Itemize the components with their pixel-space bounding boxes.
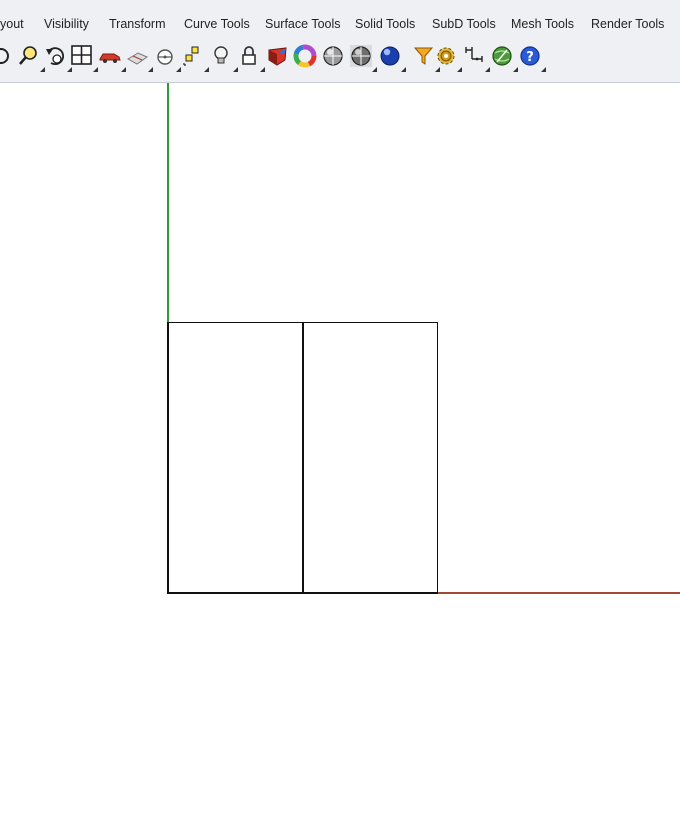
tab-visibility[interactable]: Visibility xyxy=(44,16,89,32)
gear-options-icon[interactable] xyxy=(433,43,462,72)
x-axis-line xyxy=(438,592,680,594)
zoom-icon[interactable] xyxy=(16,43,45,72)
select-points-icon[interactable] xyxy=(180,43,209,72)
car-icon[interactable] xyxy=(97,43,126,72)
tab-mesh-tools[interactable]: Mesh Tools xyxy=(511,16,574,32)
light-bulb-icon[interactable] xyxy=(209,43,238,72)
tab-surface-tools[interactable]: Surface Tools xyxy=(265,16,341,32)
shaded-sphere-icon[interactable] xyxy=(320,43,346,69)
svg-text:?: ? xyxy=(526,50,534,65)
standard-toolbar: ? xyxy=(0,40,680,83)
y-axis-line xyxy=(167,83,169,323)
plane-icon[interactable] xyxy=(124,43,153,72)
help-icon[interactable]: ? xyxy=(517,43,546,72)
tab-solid-tools[interactable]: Solid Tools xyxy=(355,16,415,32)
tab-layout[interactable]: yout xyxy=(0,16,24,32)
perspective-viewport[interactable] xyxy=(0,83,680,813)
undo-view-icon[interactable] xyxy=(43,43,72,72)
four-viewports-icon[interactable] xyxy=(69,43,98,72)
tab-transform[interactable]: Transform xyxy=(109,16,166,32)
rectangle-right[interactable] xyxy=(302,322,438,594)
material-icon[interactable] xyxy=(265,43,291,69)
tab-render-tools[interactable]: Render Tools xyxy=(591,16,664,32)
rotate-view-icon[interactable] xyxy=(0,43,14,69)
toolbar-tab-bar: yout Visibility Transform Curve Tools Su… xyxy=(0,0,680,40)
color-wheel-icon[interactable] xyxy=(292,43,318,69)
tab-subd-tools[interactable]: SubD Tools xyxy=(432,16,496,32)
lock-icon[interactable] xyxy=(236,43,265,72)
dimension-icon[interactable] xyxy=(461,43,490,72)
globe-render-icon[interactable] xyxy=(489,43,518,72)
blue-sphere-icon[interactable] xyxy=(377,43,406,72)
rendered-sphere-icon[interactable] xyxy=(348,43,377,72)
tab-curve-tools[interactable]: Curve Tools xyxy=(184,16,250,32)
rectangle-left[interactable] xyxy=(167,322,304,594)
rhino-window: yout Visibility Transform Curve Tools Su… xyxy=(0,0,680,813)
cplane-icon[interactable] xyxy=(152,43,181,72)
